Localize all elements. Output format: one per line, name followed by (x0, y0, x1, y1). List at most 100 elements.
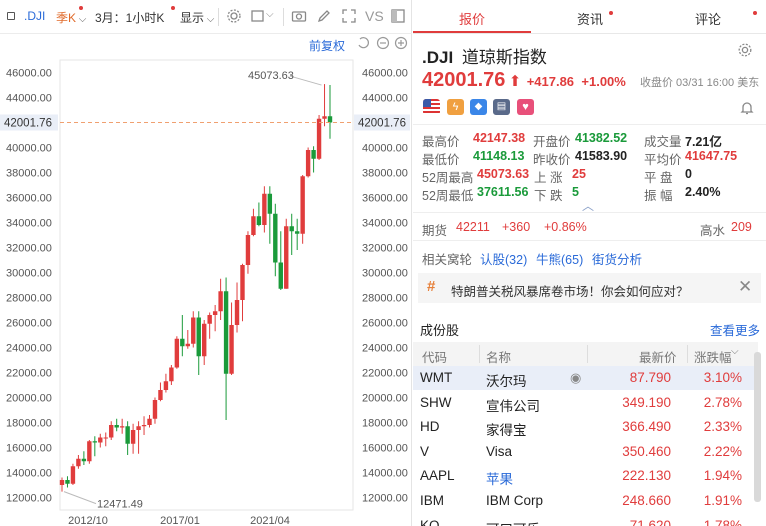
divider (413, 240, 766, 241)
candle[interactable] (284, 226, 289, 289)
undo-icon[interactable] (356, 36, 370, 50)
candle[interactable] (125, 426, 130, 444)
candle[interactable] (114, 425, 119, 428)
y-tick-label-left: 32000.00 (6, 243, 52, 255)
candle[interactable] (218, 291, 223, 312)
app-menu-icon[interactable] (7, 12, 15, 20)
candle[interactable] (262, 193, 267, 225)
symbol-label[interactable]: .DJI (24, 9, 45, 23)
gear-icon[interactable] (737, 42, 753, 58)
candle[interactable] (65, 480, 70, 484)
candle[interactable] (87, 441, 92, 462)
candle[interactable] (212, 311, 218, 315)
header-code[interactable]: 代码 (422, 347, 447, 366)
sidebar-toggle-icon[interactable] (390, 8, 406, 24)
candle[interactable] (98, 437, 103, 443)
street-analysis-link[interactable]: 街货分析 (592, 249, 642, 268)
close-icon[interactable]: ✕ (738, 277, 752, 297)
warrants-link[interactable]: 认股(32) (480, 249, 527, 268)
candle[interactable] (311, 150, 316, 159)
header-name[interactable]: 名称 (486, 347, 511, 366)
table-row[interactable]: V Visa 350.460 2.22% (413, 440, 758, 464)
lightning-icon[interactable]: ϟ (447, 99, 464, 115)
zoom-out-icon[interactable] (376, 36, 390, 50)
candle[interactable] (327, 116, 333, 123)
candle[interactable] (152, 400, 158, 419)
chevron-down-icon[interactable]: ⌵ (266, 9, 274, 20)
table-row[interactable]: HD 家得宝 366.490 2.33% (413, 415, 758, 439)
candle[interactable] (202, 323, 207, 357)
tab-comments[interactable]: 评论 (649, 0, 766, 33)
view-more-link[interactable]: 查看更多 (710, 320, 760, 339)
candle[interactable] (234, 300, 240, 325)
candle[interactable] (103, 437, 108, 439)
candle[interactable] (300, 176, 305, 234)
table-row[interactable]: IBM IBM Corp 248.660 1.91% (413, 489, 758, 513)
candle[interactable] (316, 118, 322, 159)
candle[interactable] (278, 262, 283, 289)
candle[interactable] (136, 426, 141, 430)
pencil-icon[interactable] (316, 8, 332, 24)
header-price[interactable]: 最新价 (639, 347, 677, 366)
candle[interactable] (245, 235, 251, 265)
tab-quote[interactable]: 报价 (413, 0, 531, 33)
candle[interactable] (251, 216, 256, 235)
period-select[interactable]: 季K ⌵ (56, 9, 86, 26)
table-row[interactable]: AAPL 苹果 222.130 1.94% (413, 464, 758, 488)
table-row[interactable]: WMT 沃尔玛 87.790 3.10% ◉ (413, 366, 758, 390)
heart-icon[interactable]: ♥ (517, 99, 534, 115)
candle[interactable] (158, 390, 163, 400)
scrollbar[interactable] (754, 352, 761, 502)
candle[interactable] (174, 338, 180, 368)
range-select[interactable]: 3月：1小时K (95, 9, 164, 26)
fullscreen-icon[interactable] (341, 8, 357, 24)
candle[interactable] (109, 425, 114, 438)
candle[interactable] (169, 367, 174, 382)
candle[interactable] (76, 458, 81, 467)
candle[interactable] (191, 317, 196, 344)
candle[interactable] (289, 226, 294, 232)
candlestick-chart[interactable]: 46000.0044000.0042000.0040000.0038000.00… (0, 52, 412, 526)
candle[interactable] (256, 216, 262, 225)
candle[interactable] (180, 338, 185, 347)
camera-icon[interactable] (291, 8, 307, 24)
cbbc-link[interactable]: 牛熊(65) (536, 249, 583, 268)
candle[interactable] (273, 213, 278, 263)
candle[interactable] (119, 426, 125, 428)
candle[interactable] (163, 381, 169, 390)
zoom-in-icon[interactable] (394, 36, 408, 50)
candle[interactable] (322, 116, 327, 119)
candle[interactable] (130, 430, 136, 444)
candle[interactable] (223, 291, 229, 374)
candle[interactable] (141, 425, 147, 427)
candle[interactable] (196, 317, 201, 357)
news-banner[interactable]: # 特朗普关税风暴席卷市场！你会如何应对？ ✕ (418, 273, 761, 303)
header-change[interactable]: 涨跌幅 (694, 347, 732, 366)
candle[interactable] (267, 193, 273, 214)
row-code: IBM (420, 493, 445, 508)
layout-icon[interactable] (250, 8, 266, 24)
candle[interactable] (92, 441, 98, 443)
tab-news[interactable]: 资讯 (531, 0, 649, 33)
note-icon[interactable]: ▤ (493, 99, 510, 115)
eye-icon[interactable]: ◉ (570, 370, 581, 386)
table-row[interactable]: SHW 宣伟公司 349.190 2.78% (413, 391, 758, 415)
sort-chevron-icon[interactable]: ⌵ (731, 346, 739, 357)
candle[interactable] (81, 458, 87, 462)
components-table: 代码 名称 最新价 涨跌幅 ⌵ WMT 沃尔玛 87.790 3.10% ◉ SHW 宣伟公… (413, 342, 758, 526)
bell-icon[interactable] (739, 100, 755, 116)
candle[interactable] (240, 265, 245, 300)
display-select[interactable]: 显示 ⌵ (180, 9, 214, 26)
table-row[interactable]: KO 可口可乐 71.620 1.78% (413, 514, 758, 526)
candle[interactable] (207, 315, 212, 324)
gear-icon[interactable] (226, 8, 242, 24)
tag-icon[interactable]: ◆ (470, 99, 487, 115)
candle[interactable] (70, 466, 76, 484)
candle[interactable] (305, 150, 311, 177)
compare-button[interactable]: VS (365, 8, 384, 24)
candle[interactable] (185, 343, 190, 347)
candle[interactable] (147, 418, 152, 425)
candle[interactable] (59, 480, 65, 485)
candle[interactable] (229, 325, 234, 374)
candle[interactable] (294, 231, 300, 234)
